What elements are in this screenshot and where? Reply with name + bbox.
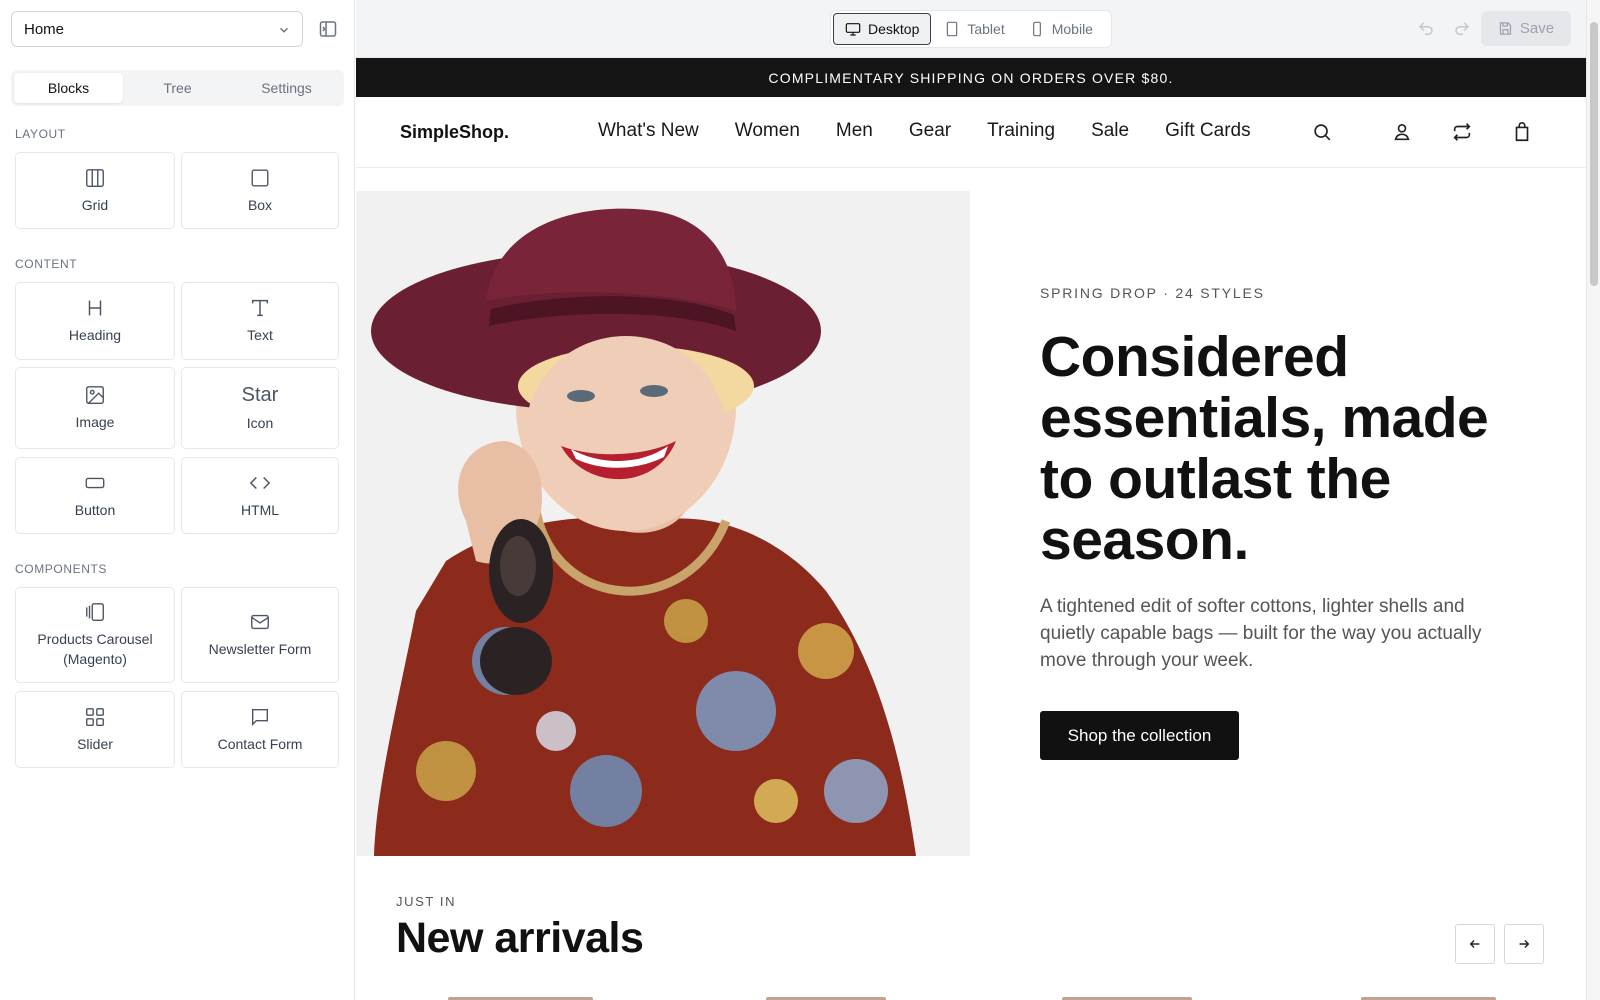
carousel-next-button[interactable]: [1504, 924, 1544, 964]
editor-sidebar: Home Blocks Tree Settings LAYOUT Grid Bo…: [0, 0, 355, 1000]
hero-photo-illustration: [356, 191, 970, 856]
message-icon: [249, 706, 271, 728]
slider-icon: [84, 706, 106, 728]
block-label: Products Carousel (Magento): [37, 631, 153, 667]
save-icon: [1499, 22, 1512, 35]
nav-link-men[interactable]: Men: [836, 120, 873, 142]
page-select-value: Home: [24, 20, 65, 38]
block-label: Text: [247, 327, 273, 343]
save-label: Save: [1519, 20, 1555, 37]
header-icons: [1311, 121, 1533, 143]
shop-collection-button[interactable]: Shop the collection: [1040, 711, 1239, 760]
search-icon[interactable]: [1311, 121, 1333, 143]
panel-tabs: Blocks Tree Settings: [11, 70, 344, 106]
account-icon[interactable]: [1391, 121, 1413, 143]
device-mobile-button[interactable]: Mobile: [1018, 13, 1104, 45]
site-logo[interactable]: SimpleShop.: [400, 122, 509, 143]
mail-icon: [249, 611, 271, 633]
block-box[interactable]: Box: [181, 152, 339, 229]
page-select[interactable]: Home: [11, 11, 303, 47]
nav-link-gear[interactable]: Gear: [909, 120, 951, 142]
block-label: Button: [74, 501, 116, 518]
device-label: Mobile: [1051, 21, 1093, 37]
tab-blocks[interactable]: Blocks: [14, 73, 123, 103]
undo-icon[interactable]: [1417, 20, 1435, 38]
block-label: Icon: [246, 415, 274, 431]
grid-columns-icon: [84, 167, 106, 189]
section-label-content: CONTENT: [15, 257, 78, 271]
hero-copy: SPRING DROP · 24 STYLES Considered essen…: [1040, 285, 1510, 760]
arrow-left-icon: [1469, 940, 1480, 948]
tablet-icon: [947, 21, 958, 37]
site-header: SimpleShop. What's New Women Men Gear Tr…: [356, 97, 1586, 168]
scrollbar[interactable]: [1586, 0, 1600, 1000]
block-label: HTML: [240, 501, 280, 518]
arrivals-eyebrow: JUST IN: [396, 894, 457, 909]
device-switcher: Desktop Tablet Mobile: [830, 10, 1112, 48]
chevron-down-icon: [280, 27, 288, 33]
device-label: Desktop: [868, 21, 920, 37]
text-icon: [249, 297, 271, 319]
section-label-components: COMPONENTS: [15, 562, 108, 576]
block-products-carousel[interactable]: Products Carousel (Magento): [15, 587, 175, 683]
monitor-icon: [845, 23, 861, 36]
preview-canvas: COMPLIMENTARY SHIPPING ON ORDERS OVER $8…: [356, 58, 1586, 1000]
star-icon: Star: [241, 384, 279, 406]
panel-toggle-icon[interactable]: [318, 19, 338, 39]
block-label: Grid: [81, 196, 109, 213]
heading-icon: [84, 297, 106, 319]
block-button[interactable]: Button: [15, 457, 175, 534]
save-button[interactable]: Save: [1481, 11, 1571, 46]
nav-link-training[interactable]: Training: [987, 120, 1055, 142]
site-nav: What's New Women Men Gear Training Sale …: [598, 120, 1251, 142]
scrollbar-thumb[interactable]: [1590, 22, 1598, 286]
device-tablet-button[interactable]: Tablet: [933, 13, 1015, 45]
block-newsletter-form[interactable]: Newsletter Form: [181, 587, 339, 683]
block-label: Box: [247, 196, 273, 213]
redo-icon[interactable]: [1453, 20, 1471, 38]
bag-icon[interactable]: [1511, 121, 1533, 143]
code-icon: [249, 472, 271, 494]
phone-icon: [1032, 21, 1041, 37]
block-slider[interactable]: Slider: [15, 691, 175, 768]
device-label: Tablet: [967, 21, 1005, 37]
editor-toolbar: Desktop Tablet Mobile Save: [356, 0, 1586, 58]
block-grid[interactable]: Grid: [15, 152, 175, 229]
section-label-layout: LAYOUT: [15, 127, 66, 141]
block-icon[interactable]: Star Icon: [181, 367, 339, 449]
block-text[interactable]: Text: [181, 282, 339, 360]
hero-headline: Considered essentials, made to outlast t…: [1040, 325, 1489, 572]
nav-link-whats-new[interactable]: What's New: [598, 120, 699, 142]
exchange-icon[interactable]: [1451, 121, 1473, 143]
hero-body: A tightened edit of softer cottons, ligh…: [1040, 596, 1482, 671]
block-label: Newsletter Form: [208, 641, 312, 657]
nav-link-women[interactable]: Women: [735, 120, 800, 142]
carousel-icon: [84, 601, 106, 623]
block-label: Slider: [77, 735, 113, 752]
announcement-bar: COMPLIMENTARY SHIPPING ON ORDERS OVER $8…: [356, 58, 1586, 97]
device-desktop-button[interactable]: Desktop: [833, 13, 932, 45]
arrow-right-icon: [1519, 940, 1530, 948]
block-heading[interactable]: Heading: [15, 282, 175, 360]
arrivals-title: New arrivals: [396, 914, 644, 962]
tab-settings[interactable]: Settings: [232, 73, 341, 103]
block-contact-form[interactable]: Contact Form: [181, 691, 339, 768]
nav-link-gift-cards[interactable]: Gift Cards: [1165, 120, 1251, 142]
box-icon: [249, 167, 271, 189]
block-html[interactable]: HTML: [181, 457, 339, 534]
block-label: Contact Form: [217, 735, 303, 752]
image-icon: [84, 384, 106, 406]
block-label: Image: [75, 414, 115, 430]
tab-tree[interactable]: Tree: [123, 73, 232, 103]
block-label: Heading: [68, 327, 122, 343]
hero-eyebrow: SPRING DROP · 24 STYLES: [1040, 285, 1265, 301]
block-image[interactable]: Image: [15, 367, 175, 449]
button-icon: [84, 472, 106, 494]
nav-link-sale[interactable]: Sale: [1091, 120, 1129, 142]
carousel-prev-button[interactable]: [1455, 924, 1495, 964]
hero-image: [356, 191, 970, 856]
